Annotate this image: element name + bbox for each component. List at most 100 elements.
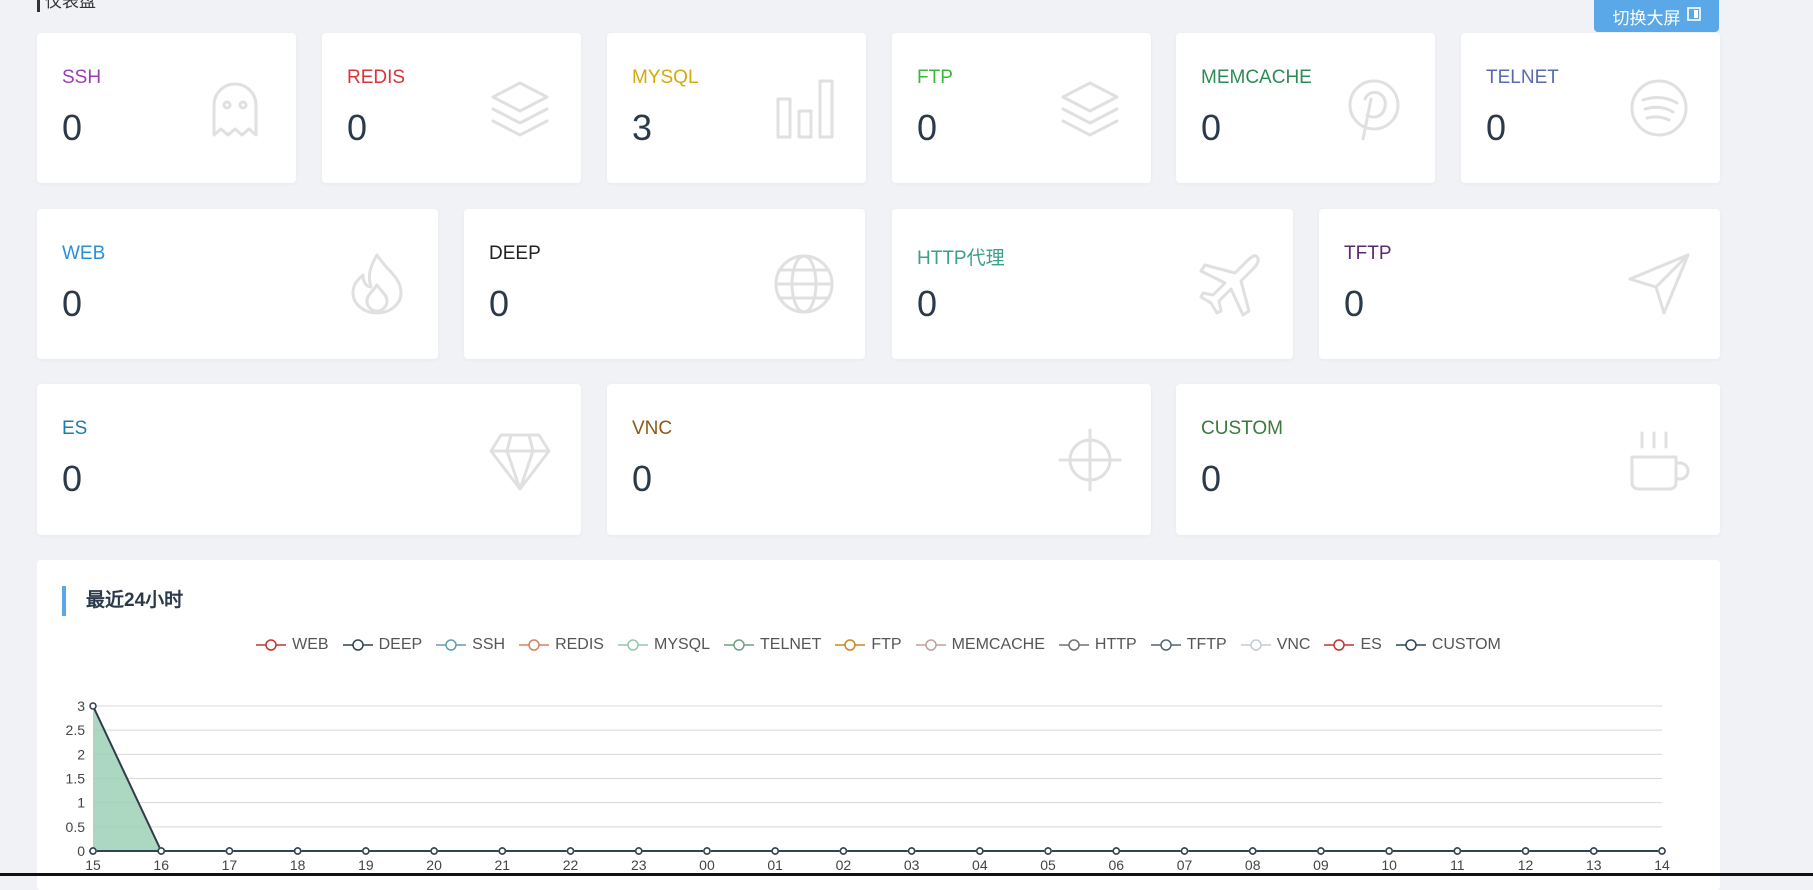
y-tick-label: 3 bbox=[77, 698, 85, 714]
stat-card-es: ES 0 bbox=[37, 384, 581, 535]
data-point-custom bbox=[89, 847, 97, 855]
stat-card-http: HTTP代理 0 bbox=[892, 209, 1293, 359]
stat-label: MEMCACHE bbox=[1201, 67, 1312, 88]
data-point-custom bbox=[498, 847, 507, 855]
stat-card-web: WEB 0 bbox=[37, 209, 438, 359]
data-point-custom bbox=[293, 847, 302, 855]
data-point-custom bbox=[1180, 847, 1189, 855]
x-tick-label: 14 bbox=[1654, 857, 1670, 873]
stat-label: SSH bbox=[62, 67, 102, 88]
switch-bigscreen-button[interactable]: 切换大屏 bbox=[1594, 0, 1719, 32]
stat-card-custom: CUSTOM 0 bbox=[1176, 384, 1720, 535]
stat-card-telnet: TELNET 0 bbox=[1461, 33, 1720, 183]
x-tick-label: 16 bbox=[153, 857, 169, 873]
stat-value: 0 bbox=[1486, 107, 1507, 148]
crosshair-icon bbox=[1057, 427, 1123, 493]
stat-label: WEB bbox=[62, 243, 106, 264]
data-point-custom bbox=[1590, 847, 1598, 855]
x-tick-label: 10 bbox=[1381, 857, 1397, 873]
switch-bigscreen-label: 切换大屏 bbox=[1612, 8, 1681, 28]
spotify-icon bbox=[1626, 75, 1692, 141]
x-tick-label: 22 bbox=[563, 857, 579, 873]
data-point-custom bbox=[1453, 847, 1462, 855]
stat-value: 0 bbox=[62, 107, 83, 148]
fire-icon bbox=[344, 251, 410, 317]
data-point-custom bbox=[1248, 847, 1257, 855]
data-point-custom bbox=[1521, 847, 1530, 855]
x-tick-label: 20 bbox=[426, 857, 442, 873]
y-tick-label: 0.5 bbox=[66, 819, 86, 835]
data-point-mysql bbox=[89, 702, 97, 710]
stat-value: 0 bbox=[489, 283, 510, 324]
data-point-custom bbox=[907, 847, 916, 855]
fullscreen-icon bbox=[1686, 6, 1701, 26]
layers-icon bbox=[487, 75, 553, 141]
x-tick-label: 19 bbox=[358, 857, 374, 873]
y-tick-label: 0 bbox=[77, 843, 85, 859]
x-tick-label: 11 bbox=[1450, 857, 1465, 873]
stat-label: VNC bbox=[632, 418, 673, 439]
airplane-icon bbox=[1199, 251, 1265, 317]
stat-label: FTP bbox=[917, 67, 953, 88]
stat-label: CUSTOM bbox=[1201, 418, 1283, 439]
stat-label: HTTP代理 bbox=[917, 248, 1005, 269]
stat-value: 0 bbox=[1201, 458, 1222, 499]
stat-value: 0 bbox=[62, 458, 83, 499]
stat-card-ssh: SSH 0 bbox=[37, 33, 296, 183]
stat-card-mysql: MYSQL 3 bbox=[607, 33, 866, 183]
x-tick-label: 03 bbox=[904, 857, 920, 873]
send-icon bbox=[1626, 251, 1692, 317]
data-point-custom bbox=[839, 847, 848, 855]
ghost-icon bbox=[202, 75, 268, 141]
page-title: 仪表盘 bbox=[37, 0, 96, 12]
data-point-custom bbox=[703, 847, 711, 855]
x-tick-label: 00 bbox=[699, 857, 715, 873]
data-point-custom bbox=[1317, 847, 1325, 855]
x-tick-label: 08 bbox=[1245, 857, 1261, 873]
y-tick-label: 2 bbox=[77, 746, 85, 762]
data-point-custom bbox=[1044, 847, 1052, 855]
x-tick-label: 02 bbox=[836, 857, 852, 873]
data-point-custom bbox=[771, 847, 779, 855]
x-tick-label: 05 bbox=[1040, 857, 1056, 873]
data-point-custom bbox=[566, 847, 575, 855]
layers-icon bbox=[1057, 75, 1123, 141]
globe-icon bbox=[771, 251, 837, 317]
x-tick-label: 07 bbox=[1177, 857, 1193, 873]
pinterest-icon bbox=[1341, 75, 1407, 141]
y-tick-label: 2.5 bbox=[66, 722, 86, 738]
x-tick-label: 15 bbox=[85, 857, 101, 873]
line-chart: 0 0.5 1 1.5 2 2.5 3 15 16 17 18 19 20 21 22 23 00 01 02 03 0… bbox=[66, 698, 1670, 873]
x-tick-label: 17 bbox=[222, 857, 238, 873]
stat-label: MYSQL bbox=[632, 67, 699, 88]
data-point-custom bbox=[225, 847, 234, 855]
stat-card-tftp: TFTP 0 bbox=[1319, 209, 1720, 359]
x-tick-label: 23 bbox=[631, 857, 647, 873]
stat-card-deep: DEEP 0 bbox=[464, 209, 865, 359]
y-tick-label: 1.5 bbox=[66, 771, 86, 787]
data-point-custom bbox=[430, 847, 438, 855]
stat-card-vnc: VNC 0 bbox=[607, 384, 1151, 535]
stat-value: 0 bbox=[917, 107, 938, 148]
stat-card-memcache: MEMCACHE 0 bbox=[1176, 33, 1435, 183]
x-tick-label: 06 bbox=[1108, 857, 1124, 873]
x-tick-label: 18 bbox=[290, 857, 306, 873]
coffee-icon bbox=[1626, 427, 1692, 493]
data-point-custom bbox=[976, 847, 984, 855]
diamond-icon bbox=[487, 427, 553, 493]
x-tick-label: 21 bbox=[495, 857, 511, 873]
data-point-custom bbox=[1385, 847, 1393, 855]
data-point-custom bbox=[362, 847, 370, 855]
stat-value: 0 bbox=[1201, 107, 1222, 148]
x-tick-label: 09 bbox=[1313, 857, 1329, 873]
data-point-custom bbox=[157, 847, 165, 855]
stat-value: 0 bbox=[1344, 283, 1365, 324]
stat-label: REDIS bbox=[347, 67, 406, 88]
stat-label: DEEP bbox=[489, 243, 541, 264]
stat-value: 0 bbox=[347, 107, 368, 148]
x-tick-label: 04 bbox=[972, 857, 988, 873]
stat-card-ftp: FTP 0 bbox=[892, 33, 1151, 183]
chart-panel: 最近24小时 WEB DEEP SSH REDIS MYSQL TELNET FTP MEMC… bbox=[37, 560, 1720, 890]
x-tick-label: 01 bbox=[767, 857, 783, 873]
y-tick-label: 1 bbox=[77, 795, 85, 811]
